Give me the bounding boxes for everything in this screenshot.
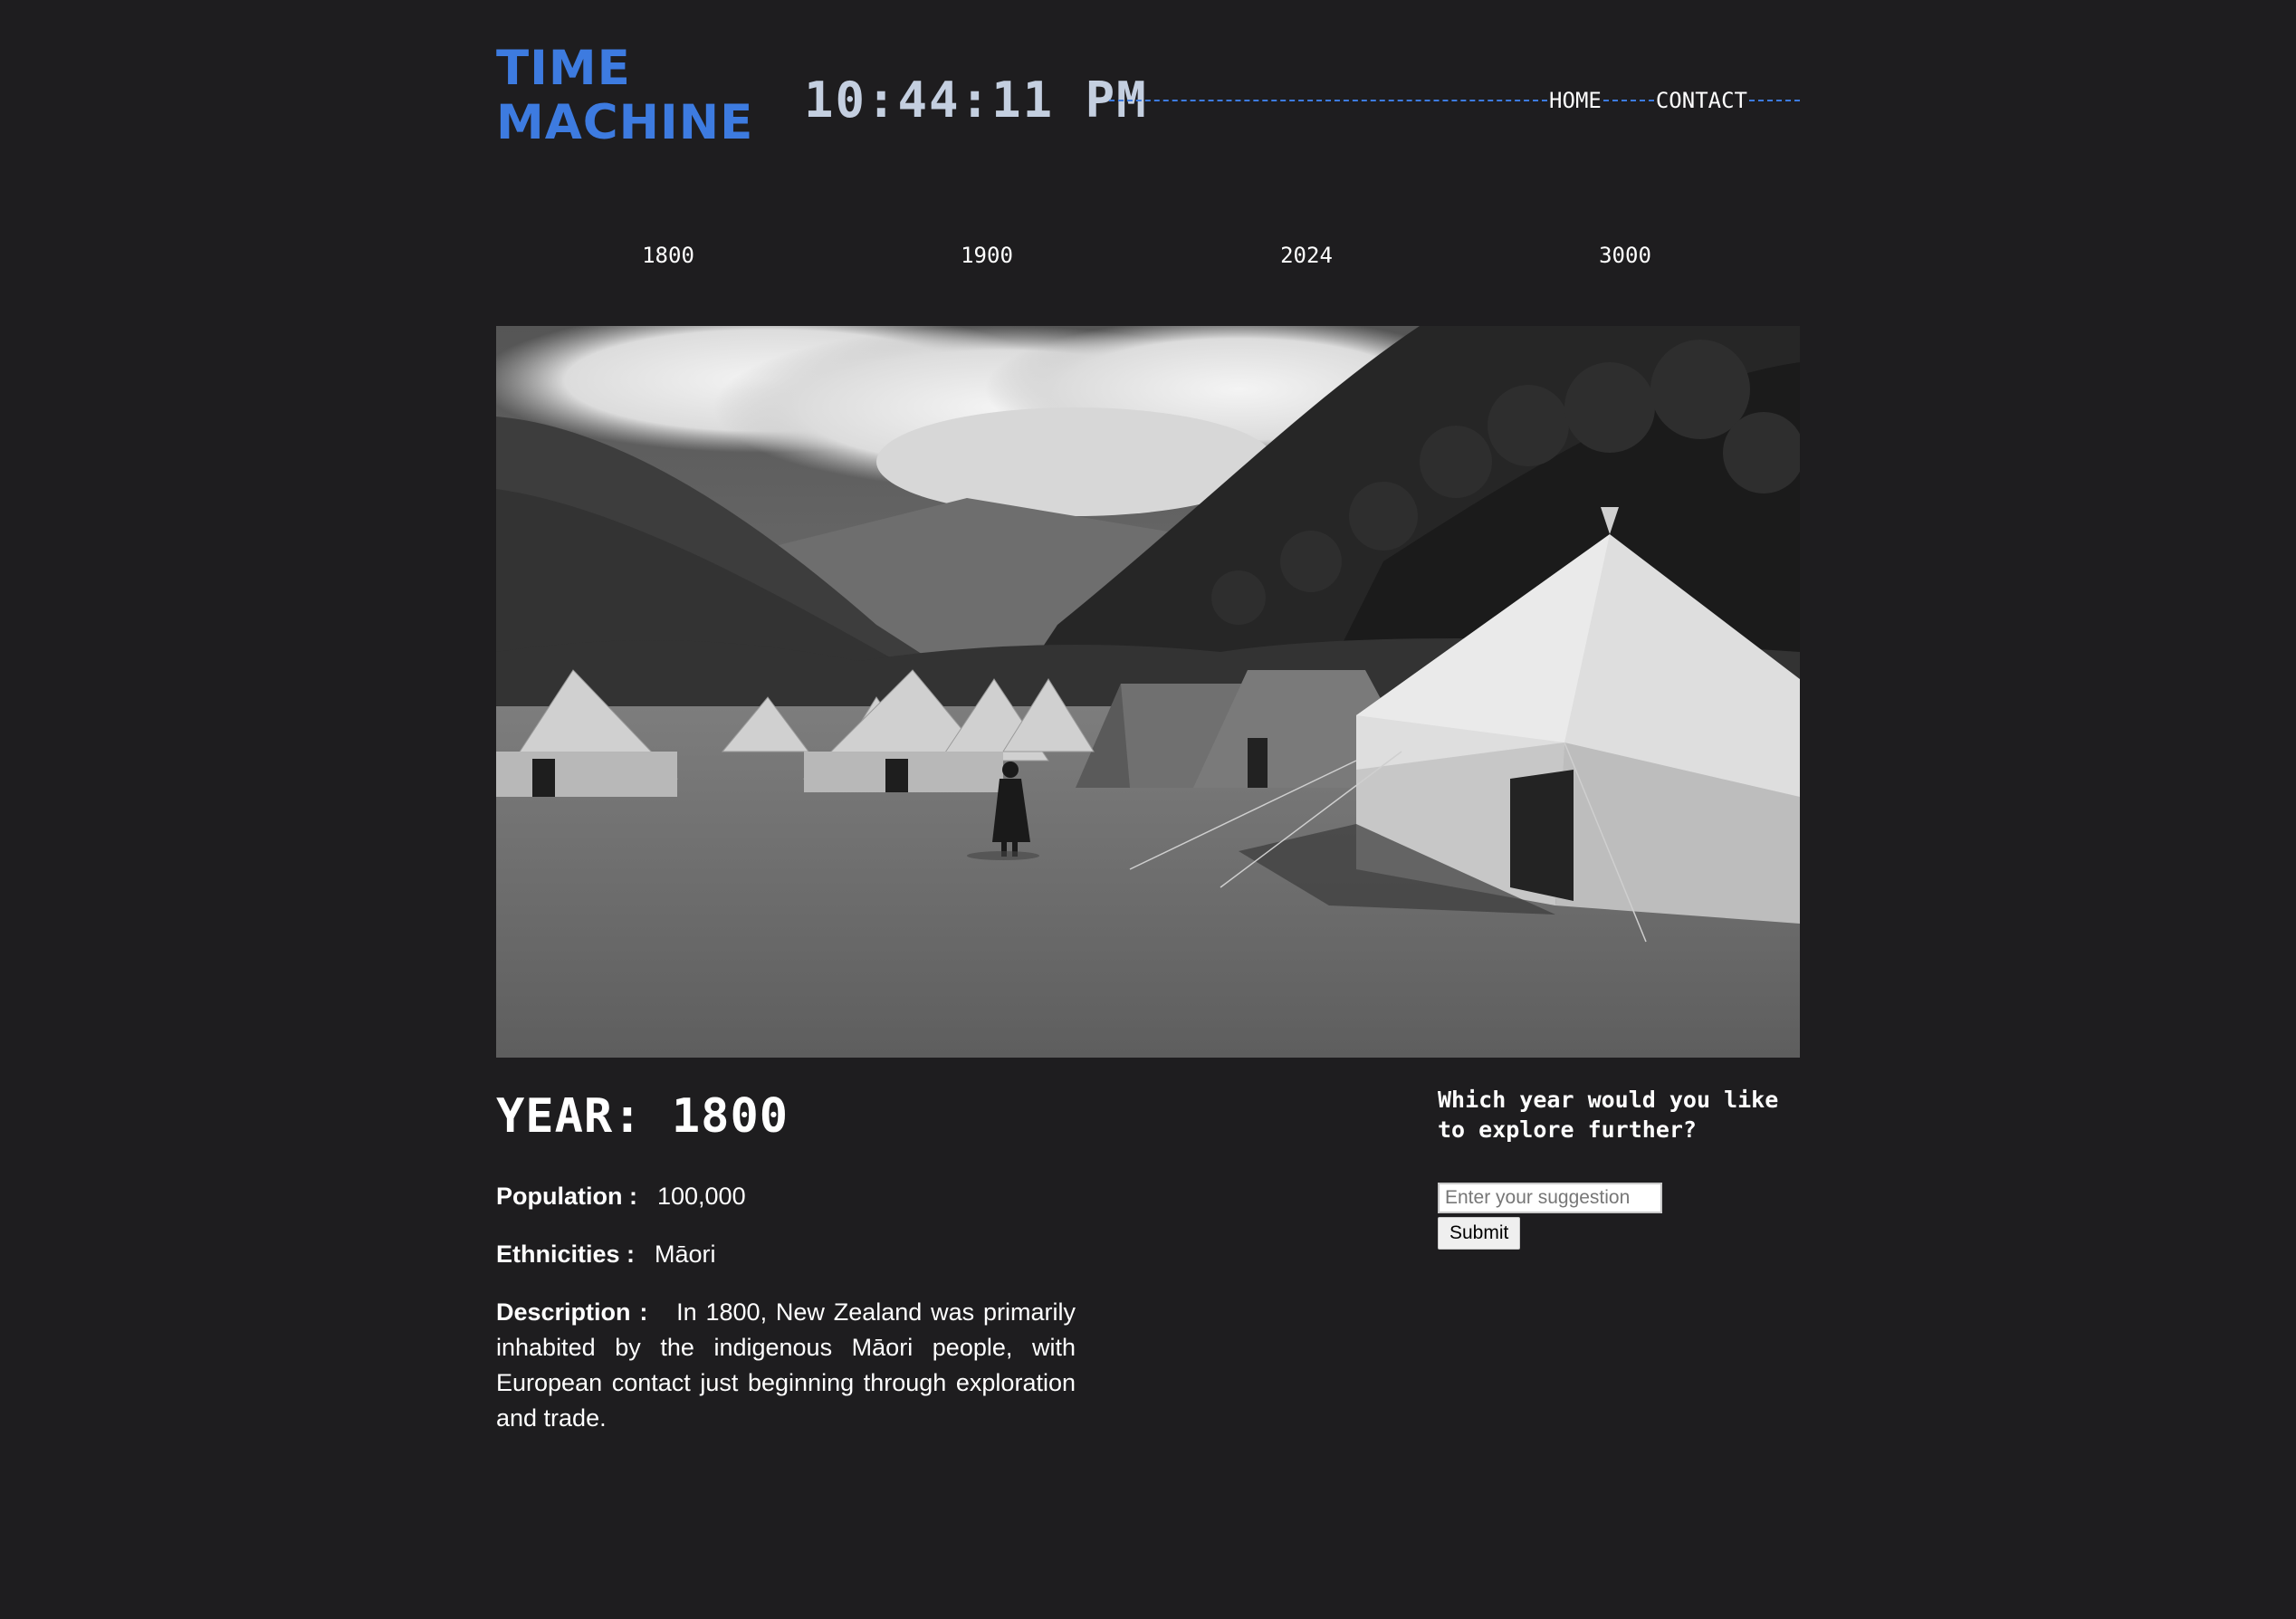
era-image (496, 326, 1800, 1058)
year-link-3000[interactable]: 3000 (1599, 243, 1651, 268)
site-logo[interactable]: TIME MACHINE (496, 42, 753, 150)
suggestion-input[interactable] (1438, 1183, 1662, 1213)
era-image-graphic (496, 326, 1800, 1058)
ethnicities-row: Ethnicities : Māori (496, 1237, 1076, 1272)
nav-contact-link[interactable]: CONTACT (1654, 88, 1749, 113)
logo-line-1: TIME (496, 41, 631, 96)
main-nav: HOME CONTACT (1109, 85, 1800, 116)
clock: 10:44:11 PM (804, 72, 1148, 129)
description-row: Description : In 1800, New Zealand was p… (496, 1295, 1076, 1436)
population-value: 100,000 (656, 1183, 746, 1210)
population-label: Population : (496, 1183, 637, 1210)
nav-home-link[interactable]: HOME (1547, 88, 1603, 113)
suggestion-question: Which year would you like to explore fur… (1438, 1087, 1779, 1143)
suggestion-form: Which year would you like to explore fur… (1438, 1085, 1800, 1250)
population-row: Population : 100,000 (496, 1179, 1076, 1214)
ethnicities-label: Ethnicities : (496, 1241, 636, 1268)
logo-line-2: MACHINE (496, 95, 754, 150)
submit-button[interactable]: Submit (1438, 1217, 1521, 1250)
year-link-1800[interactable]: 1800 (642, 243, 694, 268)
nav-divider (1602, 100, 1654, 101)
description-label: Description : (496, 1298, 648, 1326)
year-title: YEAR: 1800 (496, 1089, 789, 1144)
year-link-1900[interactable]: 1900 (961, 243, 1013, 268)
timeline: 1800 1900 2024 3000 (496, 243, 1800, 273)
page: TIME MACHINE 10:44:11 PM HOME CONTACT 18… (496, 0, 1800, 1619)
ethnicities-value: Māori (655, 1241, 716, 1268)
nav-divider (1109, 100, 1548, 101)
year-link-2024[interactable]: 2024 (1280, 243, 1333, 268)
nav-divider (1749, 100, 1800, 101)
